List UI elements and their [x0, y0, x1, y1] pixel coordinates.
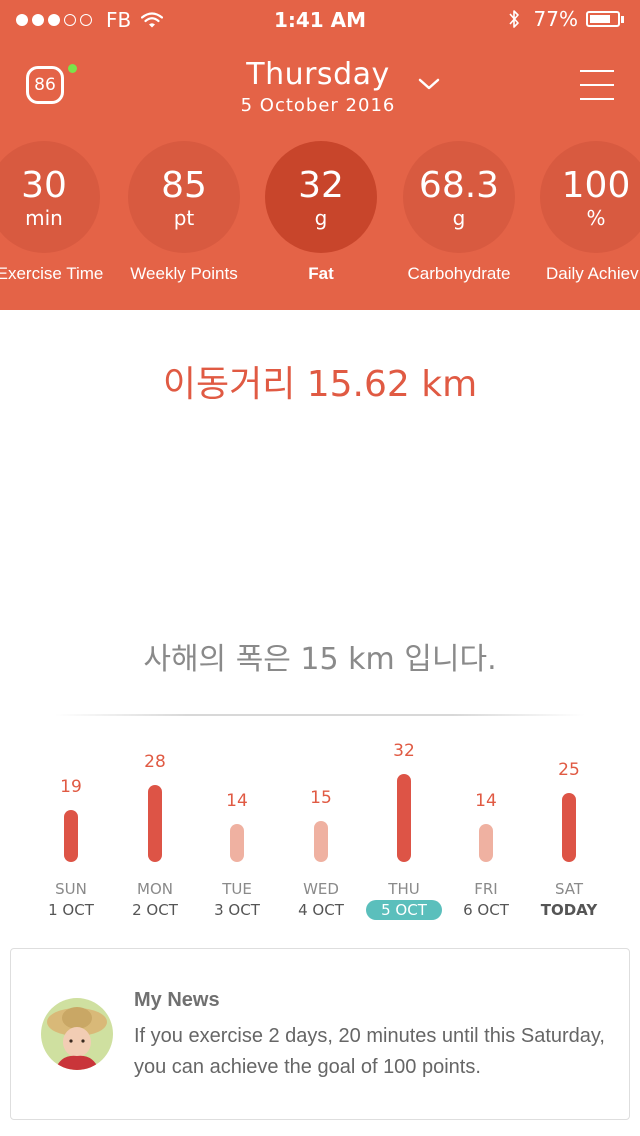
bluetooth-icon	[508, 10, 519, 28]
bar-value-label: 19	[60, 776, 82, 797]
metric-value: 85	[161, 165, 207, 206]
selected-date-label[interactable]: 5 OCT	[366, 900, 442, 920]
bar-value-label: 25	[558, 760, 580, 781]
bar-tue[interactable]	[230, 823, 244, 862]
metric-unit: pt	[173, 206, 195, 230]
day-label: MON	[137, 880, 173, 898]
day-label: FRI	[474, 880, 498, 898]
distance-text: 이동거리 15.62 km	[162, 364, 478, 405]
battery-icon	[586, 11, 620, 27]
metric-value: 100	[561, 165, 631, 206]
hamburger-menu-icon[interactable]	[580, 68, 614, 102]
bar-value-label: 15	[310, 787, 332, 808]
metric-label-daily-achievement: Daily Achiev	[546, 264, 639, 283]
bar-fri[interactable]	[479, 823, 493, 862]
bar-wed[interactable]	[314, 820, 328, 862]
date-label[interactable]: 6 OCT	[448, 900, 524, 920]
day-label: TUE	[222, 880, 252, 898]
metric-carbohydrate-circle[interactable]: 68.3 g	[403, 141, 515, 253]
metric-unit: min	[25, 206, 63, 230]
metric-value: 30	[21, 165, 67, 206]
bar-value-label: 14	[475, 790, 497, 811]
bar-thu[interactable]	[397, 774, 411, 862]
metric-weekly-points-circle[interactable]: 85 pt	[128, 141, 240, 253]
metric-unit: g	[314, 206, 328, 230]
day-label: WED	[303, 880, 339, 898]
battery-percent: 77%	[533, 7, 578, 31]
metric-exercise-time-circle[interactable]: 30 min	[0, 141, 100, 253]
day-label: SUN	[55, 880, 87, 898]
bar-sun[interactable]	[64, 809, 78, 862]
status-bar: FB 1:41 AM 77%	[0, 0, 640, 40]
header: FB 1:41 AM 77% 86 Thursday 5 October 201…	[0, 0, 640, 310]
metric-fat-circle[interactable]: 32 g	[265, 141, 377, 253]
news-body: If you exercise 2 days, 20 minutes until…	[134, 1025, 605, 1078]
bar-value-label: 14	[226, 790, 248, 811]
date-label[interactable]: 1 OCT	[33, 900, 109, 920]
metric-unit: %	[586, 206, 606, 230]
bar-value-label: 32	[393, 741, 415, 761]
avatar	[41, 998, 113, 1070]
chevron-down-icon[interactable]	[416, 74, 442, 94]
metric-value: 68.3	[418, 165, 500, 206]
metric-label-weekly-points: Weekly Points	[130, 264, 238, 283]
metric-label-fat: Fat	[308, 264, 334, 283]
date-label[interactable]: 4 OCT	[283, 900, 359, 920]
day-label: SAT	[554, 880, 584, 898]
metric-unit: g	[452, 206, 466, 230]
news-title: My News	[134, 989, 220, 1011]
divider	[55, 714, 585, 716]
my-news-card[interactable]: My News If you exercise 2 days, 20 minut…	[10, 948, 630, 1120]
day-label: THU	[388, 880, 420, 898]
date-label[interactable]: TODAY	[531, 900, 607, 920]
bar-sat[interactable]	[562, 793, 576, 862]
metric-label-carbohydrate: Carbohydrate	[407, 264, 511, 283]
bar-value-label: 28	[144, 752, 166, 772]
date-subtitle[interactable]: 5 October 2016	[0, 95, 636, 116]
metric-value: 32	[298, 165, 344, 206]
day-title[interactable]: Thursday	[0, 57, 636, 92]
date-label[interactable]: 3 OCT	[199, 900, 275, 920]
date-label[interactable]: 2 OCT	[117, 900, 193, 920]
bar-mon[interactable]	[148, 785, 162, 862]
info-text: 사해의 폭은 15 km 입니다.	[143, 642, 497, 677]
metric-daily-achievement-circle[interactable]: 100 %	[540, 141, 640, 253]
